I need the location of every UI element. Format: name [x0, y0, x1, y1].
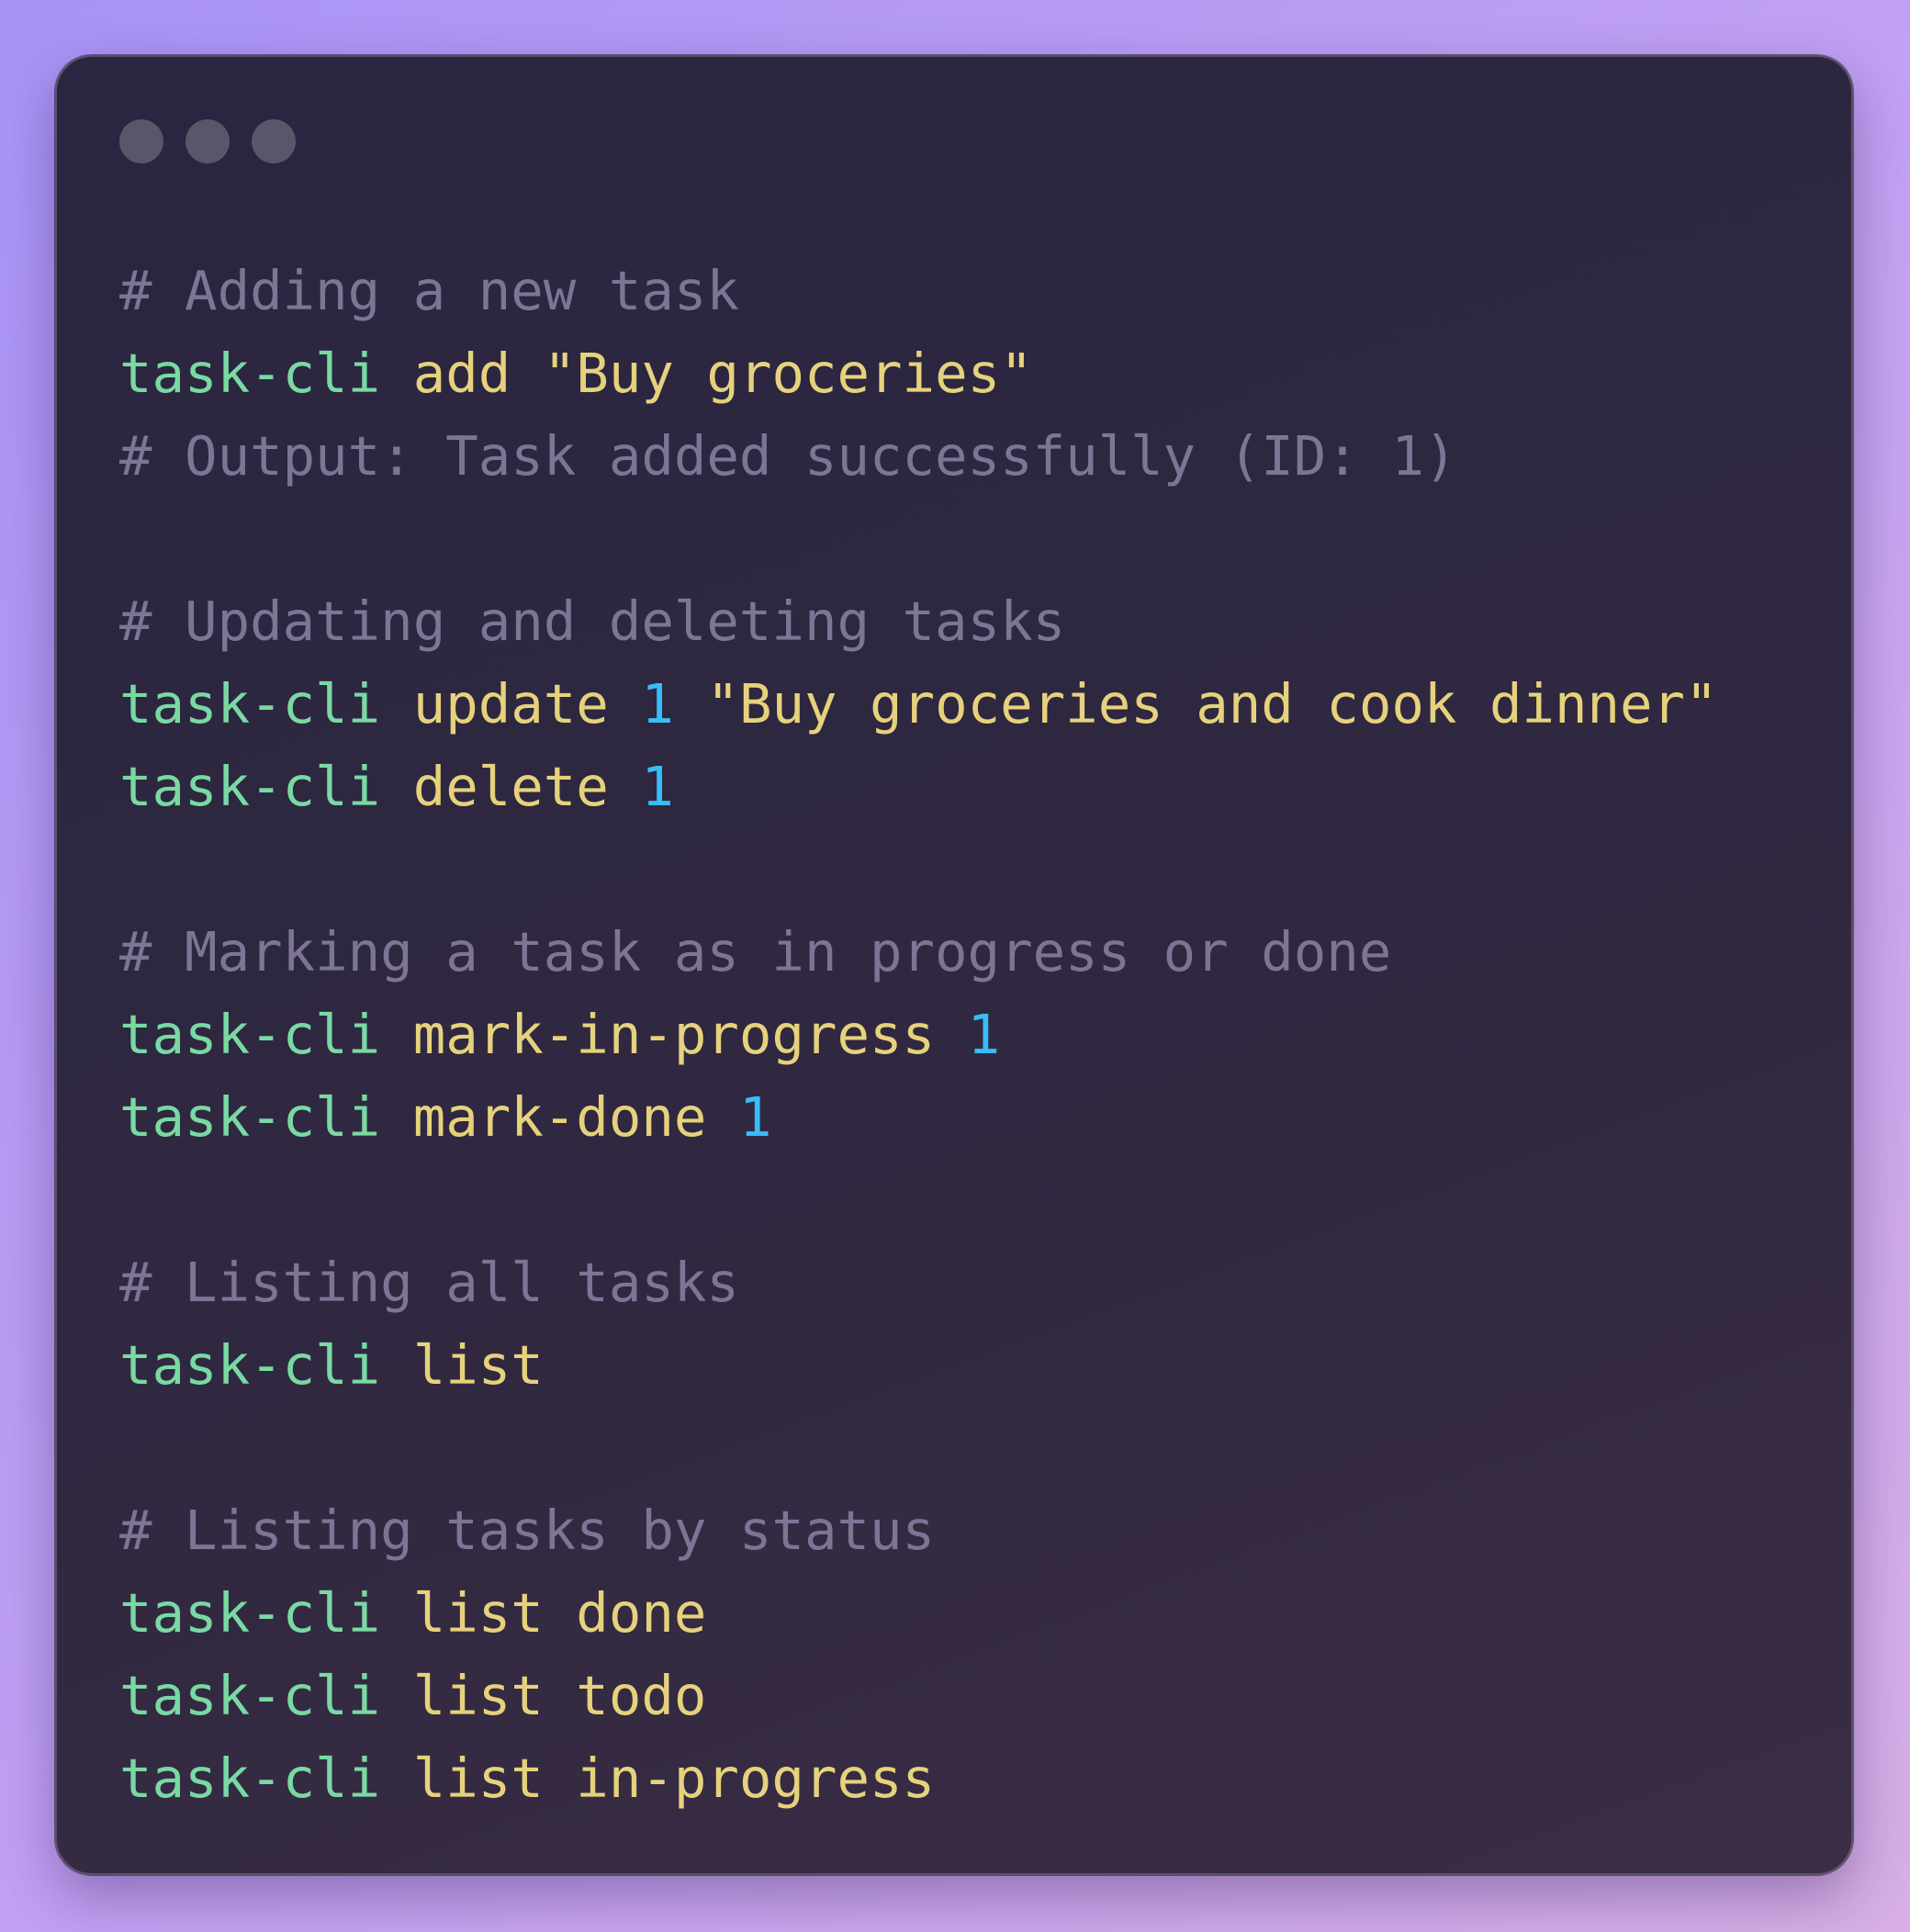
task-id: 1 [641, 755, 674, 818]
command-name: task-cli [119, 755, 381, 818]
comment-line: # Updating and deleting tasks [119, 580, 1718, 663]
subcommand: delete [412, 755, 609, 818]
comment-text: # Output: Task added successfully (ID: 1… [119, 424, 1457, 488]
code-line: task-cli list done [119, 1572, 1718, 1655]
comment-text: # Adding a new task [119, 259, 739, 322]
window-controls [119, 119, 296, 163]
code-line: task-cli mark-done 1 [119, 1076, 1718, 1159]
task-id: 1 [967, 1003, 1001, 1066]
command-name: task-cli [119, 672, 381, 736]
comment-text: # Updating and deleting tasks [119, 590, 1066, 653]
close-dot-icon[interactable] [119, 119, 163, 163]
subcommand: add [412, 342, 511, 405]
comment-text: # Listing tasks by status [119, 1499, 936, 1562]
comment-line: # Marking a task as in progress or done [119, 911, 1718, 994]
command-name: task-cli [119, 1664, 381, 1727]
comment-line: # Output: Task added successfully (ID: 1… [119, 415, 1718, 498]
subcommand: list done [412, 1581, 707, 1645]
code-line: task-cli list in-progress [119, 1737, 1718, 1820]
command-name: task-cli [119, 1085, 381, 1149]
code-line: task-cli update 1 "Buy groceries and coo… [119, 663, 1718, 746]
subcommand: list [412, 1333, 544, 1397]
subcommand: list todo [412, 1664, 707, 1727]
subcommand: list in-progress [412, 1747, 936, 1810]
command-name: task-cli [119, 1581, 381, 1645]
code-window: # Adding a new task task-cli add "Buy gro… [55, 55, 1853, 1875]
task-id: 1 [641, 672, 674, 736]
code-line: task-cli list todo [119, 1655, 1718, 1737]
comment-line: # Adding a new task [119, 250, 1718, 332]
minimize-dot-icon[interactable] [185, 119, 230, 163]
code-line: task-cli add "Buy groceries" [119, 332, 1718, 415]
command-name: task-cli [119, 1003, 381, 1066]
code-block: # Adding a new task task-cli add "Buy gro… [119, 250, 1718, 1820]
subcommand: mark-in-progress [412, 1003, 936, 1066]
command-name: task-cli [119, 1333, 381, 1397]
task-id: 1 [738, 1085, 772, 1149]
code-line: task-cli mark-in-progress 1 [119, 994, 1718, 1076]
code-line: task-cli list [119, 1324, 1718, 1407]
code-line: task-cli delete 1 [119, 746, 1718, 828]
subcommand: mark-done [412, 1085, 707, 1149]
comment-text: # Marking a task as in progress or done [119, 920, 1392, 983]
subcommand: update [412, 672, 609, 736]
comment-line: # Listing tasks by status [119, 1489, 1718, 1572]
comment-text: # Listing all tasks [119, 1251, 739, 1314]
string-literal: "Buy groceries" [543, 342, 1033, 405]
command-name: task-cli [119, 1747, 381, 1810]
string-literal: "Buy groceries and cook dinner" [706, 672, 1718, 736]
command-name: task-cli [119, 342, 381, 405]
comment-line: # Listing all tasks [119, 1241, 1718, 1324]
maximize-dot-icon[interactable] [252, 119, 296, 163]
